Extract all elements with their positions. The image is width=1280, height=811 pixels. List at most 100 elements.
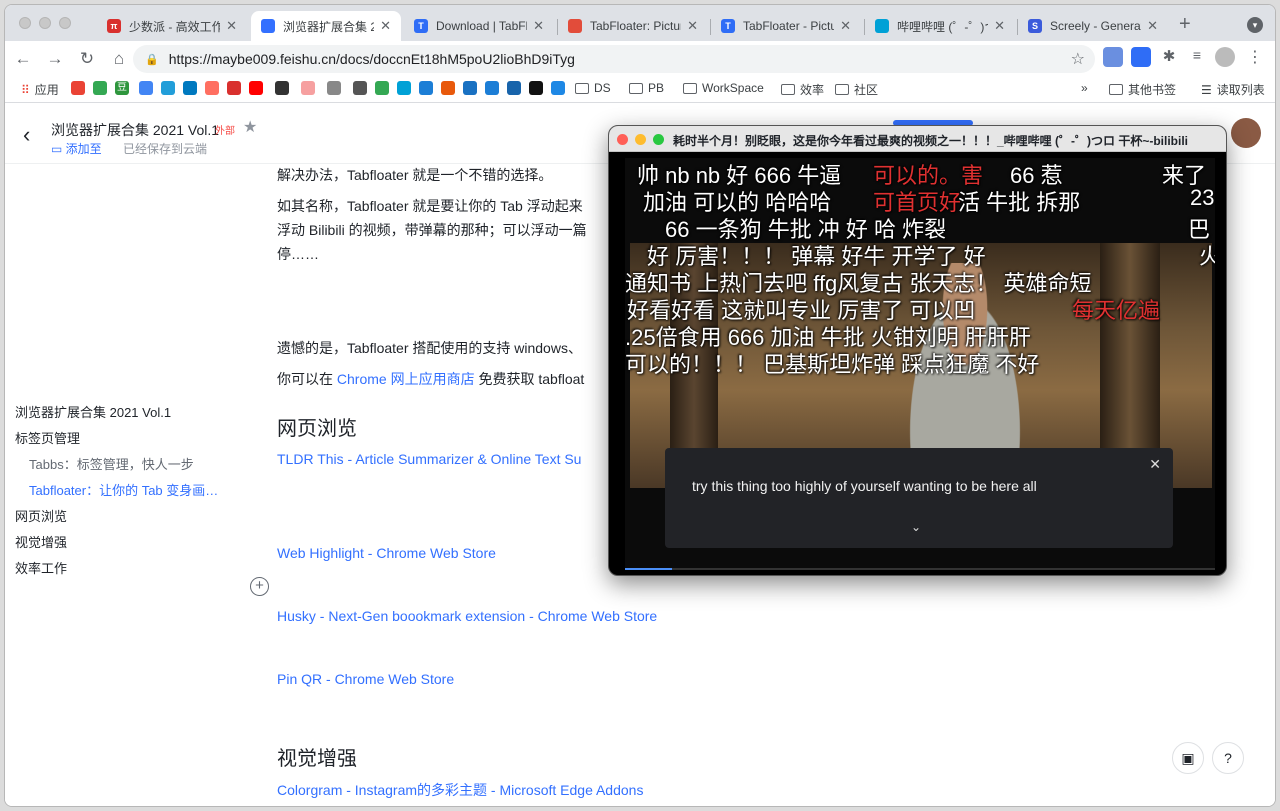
tab-close-icon[interactable]: ✕ <box>1147 18 1158 34</box>
toc-item[interactable]: 网页浏览 <box>15 504 218 530</box>
danmaku-comment: 23 <box>1190 185 1215 210</box>
paragraph: 停…… <box>277 246 319 262</box>
bookmark-icon[interactable] <box>183 81 197 95</box>
pin-qr-link[interactable]: Pin QR - Chrome Web Store <box>277 668 454 692</box>
tab-5[interactable]: T TabFloater - Pictu ✕ <box>711 11 861 41</box>
bookmark-folder[interactable]: WorkSpace <box>683 81 764 95</box>
bookmark-folder[interactable]: 社区 <box>835 81 878 98</box>
tabfloater-window[interactable]: 耗时半个月！别眨眼，这是你今年看过最爽的视频之一！！！_哔哩哔哩 (゜-゜)つロ… <box>608 125 1227 576</box>
address-bar[interactable]: 🔒 https://maybe009.feishu.cn/docs/doccnE… <box>133 45 1095 73</box>
tab-3[interactable]: T Download | TabFlo ✕ <box>404 11 554 41</box>
toc-item[interactable]: 视觉增强 <box>15 530 218 556</box>
tab-1[interactable]: π 少数派 - 高效工作， ✕ <box>97 11 247 41</box>
reading-list-button[interactable]: ☰ 读取列表 <box>1201 81 1265 98</box>
floater-close-button[interactable] <box>617 134 628 145</box>
puzzle-icon[interactable]: ✱ <box>1159 47 1179 67</box>
add-block-icon[interactable]: + <box>250 577 269 596</box>
bookmark-star-icon[interactable]: ☆ <box>1071 49 1085 69</box>
bookmark-folder[interactable]: 效率 <box>781 81 824 98</box>
bookmark-favicon-icon <box>463 81 477 95</box>
zoom-window-button[interactable] <box>59 17 71 29</box>
husky-link[interactable]: Husky - Next-Gen boookmark extension - C… <box>277 605 657 629</box>
bookmark-folder[interactable]: DS <box>575 81 611 95</box>
tab-close-icon[interactable]: ✕ <box>226 18 237 34</box>
other-bookmarks-folder[interactable]: 其他书签 <box>1109 81 1176 98</box>
bookmark-icon[interactable] <box>551 81 565 95</box>
bookmark-icon[interactable] <box>375 81 389 95</box>
toc-item[interactable]: 浏览器扩展合集 2021 Vol.1 <box>15 400 218 426</box>
floater-zoom-button[interactable] <box>653 134 664 145</box>
tldr-link[interactable]: TLDR This - Article Summarizer & Online … <box>277 448 581 472</box>
favorite-star-icon[interactable]: ★ <box>243 117 257 137</box>
back-chevron-icon[interactable]: ‹ <box>23 122 30 148</box>
video-player[interactable]: 帅 nb nb 好 666 牛逼 可以的。害 66 惹来了 加油 可以的 哈哈哈 可首页… <box>625 158 1215 570</box>
media-icon[interactable]: ≡ <box>1187 47 1207 67</box>
bookmark-icon[interactable] <box>139 81 153 95</box>
minimize-window-button[interactable] <box>39 17 51 29</box>
bookmark-icon[interactable] <box>485 81 499 95</box>
tab-2[interactable]: 浏览器扩展合集 20 ✕ <box>251 11 401 41</box>
danmaku-comment: 火 <box>1199 239 1215 271</box>
forward-arrow-icon[interactable]: → <box>41 45 69 73</box>
tab-close-icon[interactable]: ✕ <box>380 18 391 34</box>
bookmark-icon[interactable] <box>249 81 263 95</box>
bookmark-favicon-icon <box>249 81 263 95</box>
add-to-button[interactable]: ▭ 添加至 <box>51 140 102 157</box>
tabfloater-extension-icon[interactable] <box>1131 47 1151 67</box>
bookmark-icon[interactable] <box>463 81 477 95</box>
tab-search-icon[interactable]: ▾ <box>1247 17 1263 33</box>
bookmark-folder[interactable]: PB <box>629 81 664 95</box>
tab-close-icon[interactable]: ✕ <box>533 18 544 34</box>
floater-minimize-button[interactable] <box>635 134 646 145</box>
tab-6[interactable]: 哔哩哔哩 (゜-゜)つ ✕ <box>865 11 1015 41</box>
bookmark-icon[interactable] <box>275 81 289 95</box>
tab-title: TabFloater: Pictur <box>590 19 682 33</box>
new-tab-button[interactable]: + <box>1179 13 1191 36</box>
tab-close-icon[interactable]: ✕ <box>994 18 1005 34</box>
extension-icon[interactable] <box>1103 47 1123 67</box>
apps-shortcut[interactable]: ⠿ 应用 <box>21 81 59 98</box>
help-icon[interactable]: ? <box>1212 742 1244 774</box>
close-icon[interactable]: ✕ <box>1149 456 1161 473</box>
bookmark-icon[interactable] <box>507 81 521 95</box>
table-of-contents: 浏览器扩展合集 2021 Vol.1 标签页管理 Tabbs：标签管理，快人一步 Ta… <box>15 400 218 582</box>
bookmark-icon[interactable] <box>71 81 85 95</box>
reload-icon[interactable]: ↻ <box>73 45 101 73</box>
tab-7[interactable]: S Screely - Generat ✕ <box>1018 11 1168 41</box>
video-progress-bar[interactable] <box>625 568 1215 570</box>
bookmark-icon[interactable] <box>161 81 175 95</box>
tab-close-icon[interactable]: ✕ <box>840 18 851 34</box>
bookmark-icon[interactable] <box>529 81 543 95</box>
home-icon[interactable]: ⌂ <box>105 45 133 73</box>
bookmark-icon[interactable] <box>205 81 219 95</box>
close-window-button[interactable] <box>19 17 31 29</box>
bookmark-icon[interactable] <box>353 81 367 95</box>
floater-titlebar[interactable]: 耗时半个月！别眨眼，这是你今年看过最爽的视频之一！！！_哔哩哔哩 (゜-゜)つロ… <box>609 126 1226 152</box>
bookmark-icon[interactable] <box>327 81 341 95</box>
toc-item[interactable]: 标签页管理 <box>15 426 218 452</box>
toc-item[interactable]: Tabfloater：让你的 Tab 变身画… <box>15 478 218 504</box>
chrome-store-link[interactable]: Chrome 网上应用商店 <box>337 371 475 387</box>
menu-icon[interactable]: ⋮ <box>1245 47 1265 67</box>
bookmark-icon[interactable] <box>227 81 241 95</box>
bookmark-icon[interactable]: 豆 <box>115 81 129 95</box>
bookmark-icon[interactable] <box>397 81 411 95</box>
toc-item[interactable]: 效率工作 <box>15 556 218 582</box>
bookmark-icon[interactable] <box>419 81 433 95</box>
user-avatar[interactable] <box>1231 118 1261 148</box>
doc-info-icon[interactable]: ▣ <box>1172 742 1204 774</box>
bookmark-icon[interactable] <box>93 81 107 95</box>
colorgram-link[interactable]: Colorgram - Instagram的多彩主题 - Microsoft E… <box>277 779 643 803</box>
bookmark-icon[interactable] <box>441 81 455 95</box>
tab-4[interactable]: TabFloater: Pictur ✕ <box>558 11 708 41</box>
toc-item[interactable]: Tabbs：标签管理，快人一步 <box>15 452 218 478</box>
back-arrow-icon[interactable]: ← <box>9 45 37 73</box>
paragraph: 如其名称，Tabfloater 就是要让你的 Tab 浮动起来 <box>277 198 583 214</box>
bookmark-icon[interactable] <box>301 81 315 95</box>
bookmarks-more-button[interactable]: » <box>1081 81 1088 95</box>
profile-avatar[interactable] <box>1215 47 1235 67</box>
tab-close-icon[interactable]: ✕ <box>687 18 698 34</box>
bookmark-favicon-icon <box>327 81 341 95</box>
web-highlight-link[interactable]: Web Highlight - Chrome Web Store <box>277 542 496 566</box>
chevron-down-icon[interactable]: ⌄ <box>911 520 921 534</box>
